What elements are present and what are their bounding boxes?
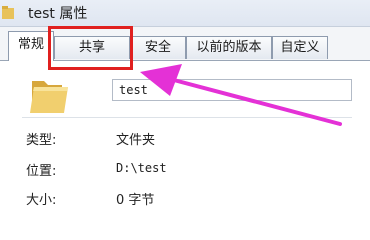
type-label: 类型:: [26, 133, 57, 148]
size-value: 0 字节: [116, 193, 155, 208]
folder-name-input[interactable]: test: [112, 79, 352, 101]
tab-customize[interactable]: 自定义: [272, 36, 328, 59]
divider: [22, 117, 352, 118]
tab-previous-versions[interactable]: 以前的版本: [186, 36, 272, 59]
location-label: 位置:: [26, 164, 57, 179]
folder-large-icon: [30, 81, 68, 113]
type-value: 文件夹: [116, 133, 156, 148]
folder-icon: [2, 6, 14, 19]
tab-security[interactable]: 安全: [130, 36, 186, 59]
location-value: D:\test: [116, 161, 167, 175]
window-title: test 属性: [28, 6, 88, 22]
title-bar: test 属性: [0, 0, 370, 27]
highlight-box: [48, 26, 133, 70]
size-label: 大小:: [26, 193, 57, 208]
general-panel: test 类型: 文件夹 位置: D:\test 大小: 0 字节: [0, 61, 370, 208]
